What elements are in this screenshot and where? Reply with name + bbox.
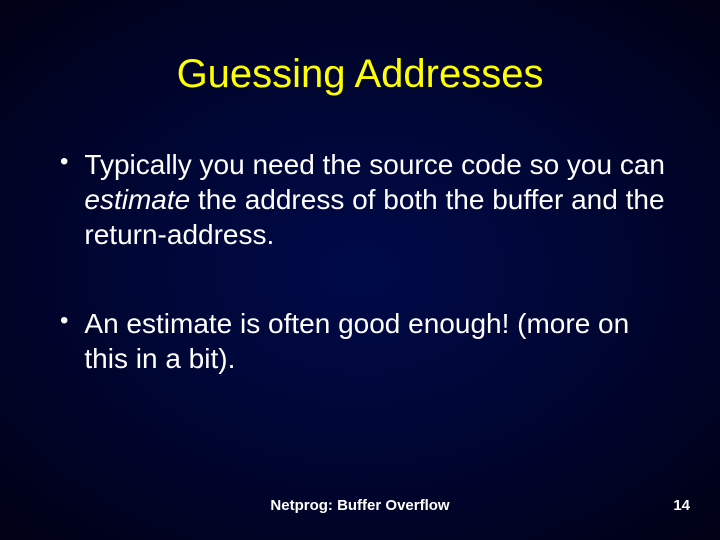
bullet-text: Typically you need the source code so yo… (84, 147, 670, 252)
bullet-dot-icon: • (60, 147, 68, 177)
footer-title: Netprog: Buffer Overflow (30, 497, 690, 514)
bullet-text-italic: estimate (84, 184, 190, 215)
slide-footer: Netprog: Buffer Overflow 14 (0, 497, 720, 514)
bullet-item: • Typically you need the source code so … (60, 147, 670, 252)
bullet-text-before: An estimate is often good enough! (more … (84, 308, 629, 374)
page-number: 14 (673, 497, 690, 514)
slide-title: Guessing Addresses (0, 0, 720, 117)
bullet-item: • An estimate is often good enough! (mor… (60, 306, 670, 376)
bullet-text: An estimate is often good enough! (more … (84, 306, 670, 376)
slide-content: • Typically you need the source code so … (0, 117, 720, 376)
bullet-text-before: Typically you need the source code so yo… (84, 149, 665, 180)
bullet-dot-icon: • (60, 306, 68, 336)
